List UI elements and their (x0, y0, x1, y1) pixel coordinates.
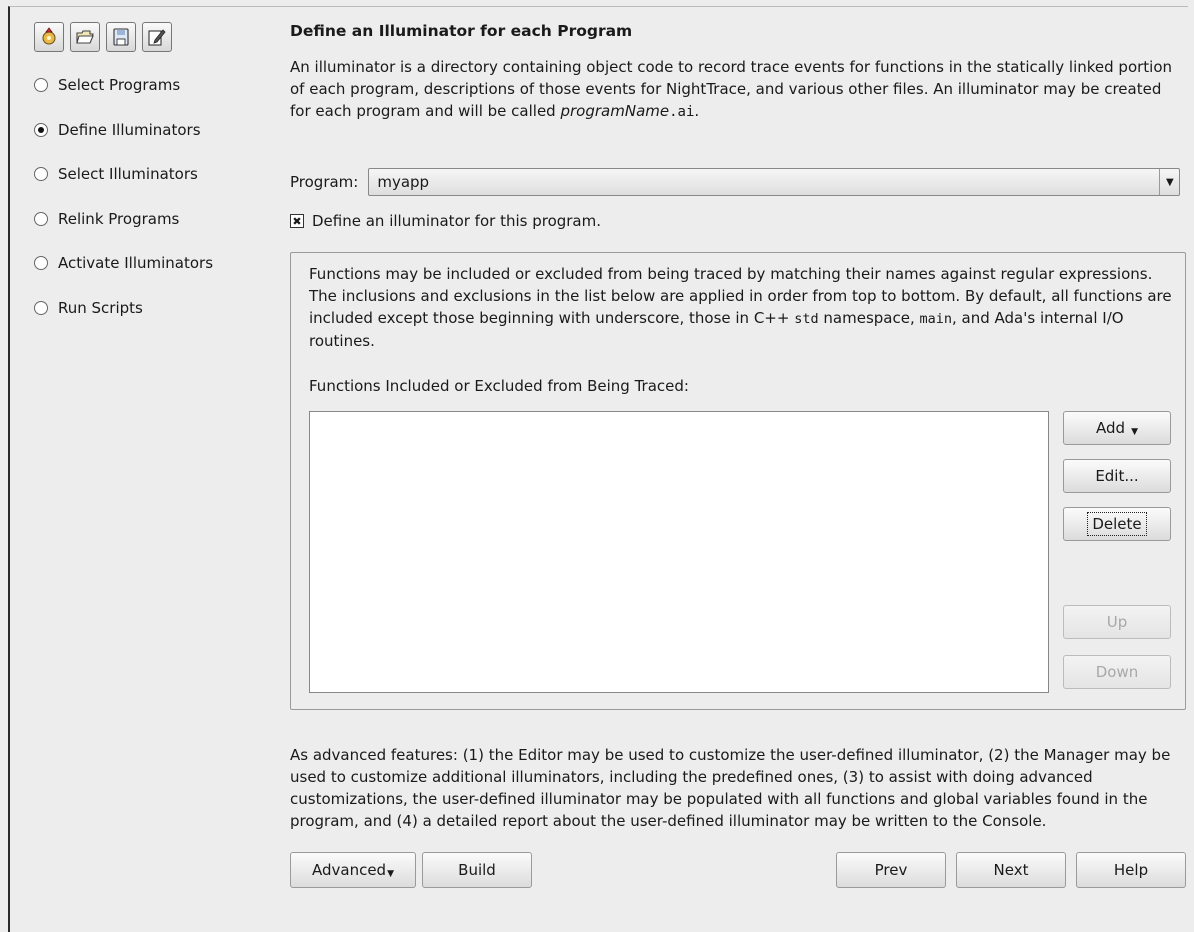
step-relink-programs[interactable]: Relink Programs (34, 208, 213, 230)
edit-button[interactable] (142, 22, 172, 52)
down-button-label: Down (1095, 663, 1139, 681)
intro-program-name: programName (560, 102, 670, 120)
radio-select-illuminators[interactable] (34, 167, 48, 182)
add-button[interactable]: Add ▼ (1063, 411, 1171, 445)
step-label: Select Programs (58, 76, 181, 94)
edit-icon (148, 29, 166, 46)
build-button-label: Build (458, 861, 496, 879)
step-label: Select Illuminators (58, 165, 198, 184)
define-illuminator-label: Define an illuminator for this program. (312, 212, 602, 230)
delete-button-label: Delete (1087, 512, 1147, 536)
step-label: Activate Illuminators (58, 254, 214, 273)
step-select-illuminators[interactable]: Select Illuminators (34, 163, 213, 185)
dropdown-caret-icon: ▼ (1131, 427, 1138, 437)
prev-button-label: Prev (874, 861, 908, 879)
radio-select-programs[interactable] (34, 78, 48, 92)
next-button[interactable]: Next (956, 852, 1066, 888)
functions-group: Functions may be included or excluded fr… (290, 252, 1186, 710)
save-button[interactable] (106, 22, 136, 52)
functions-desc-2: namespace, (823, 309, 915, 327)
intro-text: An illuminator is a directory containing… (290, 58, 1173, 120)
program-row: Program: myapp ▼ (290, 168, 1181, 196)
new-button[interactable] (34, 22, 64, 52)
functions-listbox[interactable] (309, 411, 1049, 693)
define-illuminator-row[interactable]: ✖ Define an illuminator for this program… (290, 212, 601, 230)
next-button-label: Next (993, 861, 1029, 879)
dropdown-arrow-icon[interactable]: ▼ (1159, 169, 1179, 195)
open-button[interactable] (70, 22, 100, 52)
edit-button[interactable]: Edit... (1063, 459, 1171, 493)
advanced-button[interactable]: Advanced ▼ (290, 852, 416, 888)
edit-button-label: Edit... (1095, 467, 1139, 485)
step-label: Define Illuminators (58, 120, 201, 139)
advanced-button-label: Advanced (311, 861, 387, 879)
radio-activate-illuminators[interactable] (34, 256, 48, 271)
step-activate-illuminators[interactable]: Activate Illuminators (34, 252, 213, 274)
help-button-label: Help (1113, 861, 1149, 879)
step-run-scripts[interactable]: Run Scripts (34, 297, 213, 319)
new-icon (42, 27, 56, 45)
program-select-value: myapp (377, 173, 430, 191)
radio-run-scripts[interactable] (34, 300, 48, 315)
functions-list-label: Functions Included or Excluded from Bein… (309, 377, 689, 395)
help-button[interactable]: Help (1076, 852, 1186, 888)
up-button-label: Up (1106, 613, 1128, 631)
functions-desc-std: std (794, 311, 819, 327)
intro-end: . (694, 102, 700, 120)
radio-define-illuminators[interactable] (34, 122, 48, 137)
step-define-illuminators[interactable]: Define Illuminators (34, 119, 213, 141)
radio-relink-programs[interactable] (34, 211, 48, 226)
program-select[interactable]: myapp ▼ (368, 168, 1181, 196)
delete-button[interactable]: Delete (1063, 507, 1171, 541)
functions-desc-main: main (919, 311, 953, 327)
define-illuminator-checkbox[interactable]: ✖ (290, 214, 304, 228)
wizard-steps: Select Programs Define Illuminators Sele… (34, 74, 213, 342)
step-select-programs[interactable]: Select Programs (34, 74, 213, 96)
page-title: Define an Illuminator for each Program (290, 22, 633, 40)
dropdown-caret-icon: ▼ (387, 869, 394, 879)
wizard-toolbar (34, 22, 172, 52)
prev-button[interactable]: Prev (836, 852, 946, 888)
down-button[interactable]: Down (1063, 655, 1171, 689)
advanced-description: As advanced features: (1) the Editor may… (290, 746, 1171, 830)
build-button[interactable]: Build (422, 852, 532, 888)
save-icon (113, 28, 129, 46)
intro-extension: .ai (669, 104, 695, 120)
up-button[interactable]: Up (1063, 605, 1171, 639)
add-button-label: Add (1096, 419, 1126, 437)
step-label: Run Scripts (58, 298, 143, 317)
functions-description: Functions may be included or excluded fr… (309, 263, 1173, 352)
step-label: Relink Programs (58, 209, 180, 228)
program-label: Program: (290, 173, 359, 191)
intro-paragraph: An illuminator is a directory containing… (290, 56, 1180, 123)
open-folder-icon (76, 30, 94, 44)
